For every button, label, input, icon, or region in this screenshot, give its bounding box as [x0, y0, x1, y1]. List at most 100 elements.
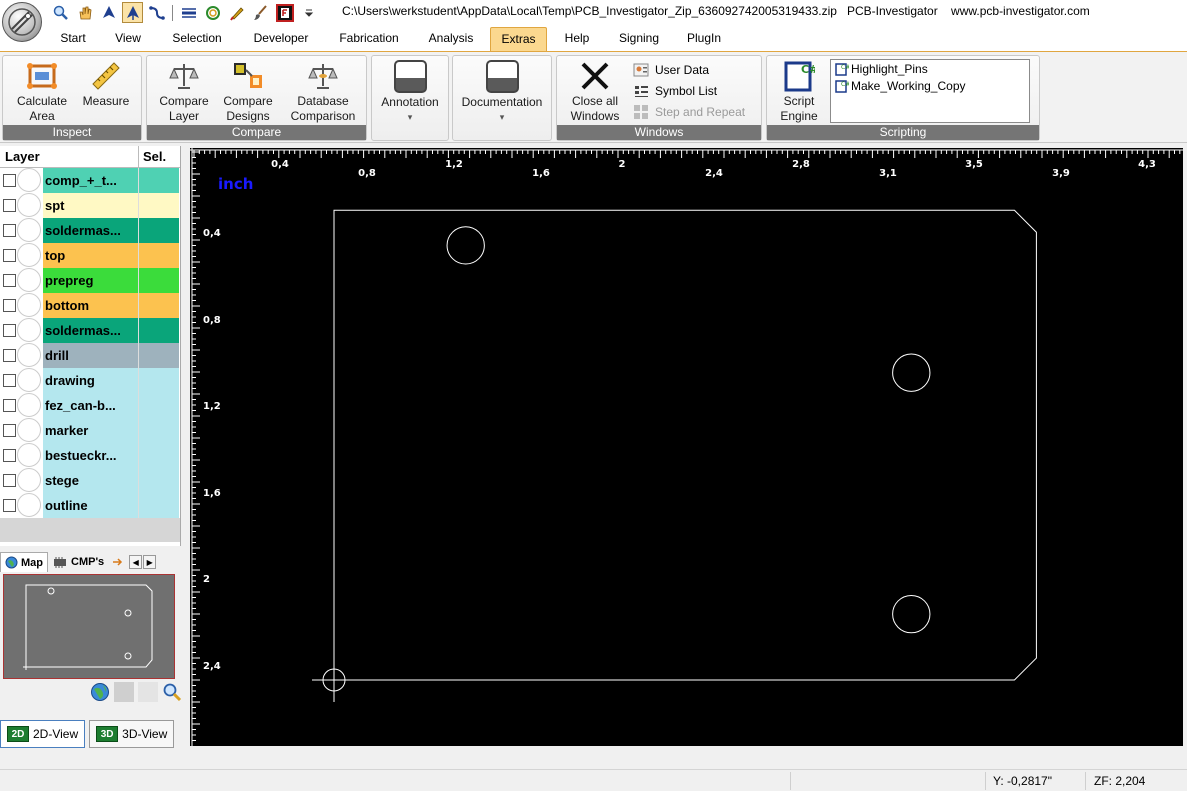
layer-visibility-checkbox[interactable]: [3, 423, 16, 437]
layer-column-header[interactable]: Layer: [0, 146, 139, 167]
script-item-make-working-copy[interactable]: C# Make_Working_Copy: [831, 77, 1029, 94]
3d-view-button[interactable]: 3D 3D-View: [89, 720, 175, 748]
layer-row[interactable]: outline: [0, 492, 180, 518]
tab-extras[interactable]: Extras: [490, 27, 547, 51]
tab-cmps[interactable]: CMP's: [48, 552, 108, 572]
layer-selection-cell[interactable]: [138, 417, 179, 443]
layer-row[interactable]: fez_can-b...: [0, 392, 180, 418]
layer-color-icon[interactable]: [17, 493, 41, 517]
compare-designs-button[interactable]: Compare Designs: [217, 60, 279, 124]
layer-row[interactable]: bottom: [0, 292, 180, 318]
script-engine-button[interactable]: C# Script Engine: [771, 60, 827, 124]
brush-icon[interactable]: [250, 2, 271, 23]
layer-selection-cell[interactable]: [138, 317, 179, 343]
layer-visibility-checkbox[interactable]: [3, 198, 16, 212]
layer-selection-cell[interactable]: [138, 267, 179, 293]
layer-row[interactable]: drill: [0, 342, 180, 368]
measure-button[interactable]: Measure: [77, 60, 135, 109]
layer-color-icon[interactable]: [17, 343, 41, 367]
tab-map[interactable]: Map: [0, 552, 48, 572]
globe-icon[interactable]: [90, 682, 110, 702]
layer-row[interactable]: stege: [0, 467, 180, 493]
frame-icon[interactable]: [274, 2, 295, 23]
2d-view-button[interactable]: 2D 2D-View: [0, 720, 86, 748]
layer-visibility-checkbox[interactable]: [3, 223, 16, 237]
circle-icon[interactable]: [202, 2, 223, 23]
layer-selection-cell[interactable]: [138, 342, 179, 368]
layer-color-icon[interactable]: [17, 418, 41, 442]
layer-visibility-checkbox[interactable]: [3, 248, 16, 262]
layer-row[interactable]: spt: [0, 192, 180, 218]
layer-selection-cell[interactable]: [138, 492, 179, 518]
layer-color-icon[interactable]: [17, 168, 41, 192]
database-comparison-button[interactable]: Database Comparison: [285, 60, 361, 124]
app-logo-icon[interactable]: [2, 2, 42, 42]
layer-row[interactable]: soldermas...: [0, 317, 180, 343]
route-icon[interactable]: [146, 2, 167, 23]
layer-color-icon[interactable]: [17, 293, 41, 317]
layer-color-icon[interactable]: [17, 243, 41, 267]
magnifier-icon[interactable]: [162, 682, 182, 702]
layer-selection-cell[interactable]: [138, 467, 179, 493]
tab-signing[interactable]: Signing: [609, 27, 669, 51]
layer-selection-cell[interactable]: [138, 392, 179, 418]
layer-color-icon[interactable]: [17, 368, 41, 392]
layer-color-icon[interactable]: [17, 193, 41, 217]
layer-selection-cell[interactable]: [138, 367, 179, 393]
blank-icon[interactable]: [114, 682, 134, 702]
layer-row[interactable]: comp_+_t...: [0, 167, 180, 193]
layer-color-icon[interactable]: [17, 468, 41, 492]
layer-color-icon[interactable]: [17, 268, 41, 292]
annotation-button[interactable]: Annotation ▾: [374, 60, 446, 125]
layer-visibility-checkbox[interactable]: [3, 373, 16, 387]
layer-selection-cell[interactable]: [138, 167, 179, 193]
hand-icon[interactable]: [74, 2, 95, 23]
layer-row[interactable]: marker: [0, 417, 180, 443]
layer-selection-cell[interactable]: [138, 192, 179, 218]
layer-visibility-checkbox[interactable]: [3, 298, 16, 312]
layer-row[interactable]: drawing: [0, 367, 180, 393]
measure-bar-icon[interactable]: [178, 2, 199, 23]
compare-layer-button[interactable]: Compare Layer: [153, 60, 215, 124]
dropdown-icon[interactable]: [298, 2, 319, 23]
layer-row[interactable]: prepreg: [0, 267, 180, 293]
layer-selection-cell[interactable]: [138, 242, 179, 268]
layer-color-icon[interactable]: [17, 318, 41, 342]
pen-icon[interactable]: [226, 2, 247, 23]
close-all-windows-button[interactable]: Close all Windows: [563, 60, 627, 124]
layer-visibility-checkbox[interactable]: [3, 398, 16, 412]
script-item-highlight-pins[interactable]: C# Highlight_Pins: [831, 60, 1029, 77]
zoom-icon[interactable]: [50, 2, 71, 23]
layer-visibility-checkbox[interactable]: [3, 348, 16, 362]
layer-color-icon[interactable]: [17, 218, 41, 242]
symbol-list-button[interactable]: Symbol List: [633, 83, 717, 99]
selection-column-header[interactable]: Sel.: [139, 146, 180, 167]
step-and-repeat-button[interactable]: Step and Repeat: [633, 104, 745, 120]
scroll-left-arrow[interactable]: ◀: [129, 555, 143, 569]
tab-start[interactable]: Start: [48, 27, 98, 51]
tab-selection[interactable]: Selection: [162, 27, 232, 51]
minimap[interactable]: [3, 574, 175, 679]
layer-visibility-checkbox[interactable]: [3, 323, 16, 337]
arrow-up-icon[interactable]: [98, 2, 119, 23]
tab-help[interactable]: Help: [556, 27, 598, 51]
layer-color-icon[interactable]: [17, 443, 41, 467]
layer-visibility-checkbox[interactable]: [3, 173, 16, 187]
pcb-canvas[interactable]: 0,4 0,8 1,2 1,6 2 2,4 2,8 3,1 3,5 3,9 4,3 0,4 0,8 1,2…: [190, 148, 1183, 746]
tab-analysis[interactable]: Analysis: [420, 27, 482, 51]
calculate-area-button[interactable]: Calculate Area: [11, 60, 73, 124]
layer-row[interactable]: top: [0, 242, 180, 268]
tab-developer[interactable]: Developer: [243, 27, 319, 51]
layer-visibility-checkbox[interactable]: [3, 473, 16, 487]
blank-icon[interactable]: [138, 682, 158, 702]
layer-selection-cell[interactable]: [138, 217, 179, 243]
pcb-canvas-svg[interactable]: 0,4 0,8 1,2 1,6 2 2,4 2,8 3,1 3,5 3,9 4,3 0,4 0,8 1,2…: [190, 148, 1183, 746]
scroll-right-arrow[interactable]: ▶: [143, 555, 157, 569]
layer-row[interactable]: soldermas...: [0, 217, 180, 243]
layer-visibility-checkbox[interactable]: [3, 448, 16, 462]
layer-visibility-checkbox[interactable]: [3, 498, 16, 512]
tab-view[interactable]: View: [106, 27, 150, 51]
layer-visibility-checkbox[interactable]: [3, 273, 16, 287]
layer-color-icon[interactable]: [17, 393, 41, 417]
select-arrow-icon[interactable]: [122, 2, 143, 23]
